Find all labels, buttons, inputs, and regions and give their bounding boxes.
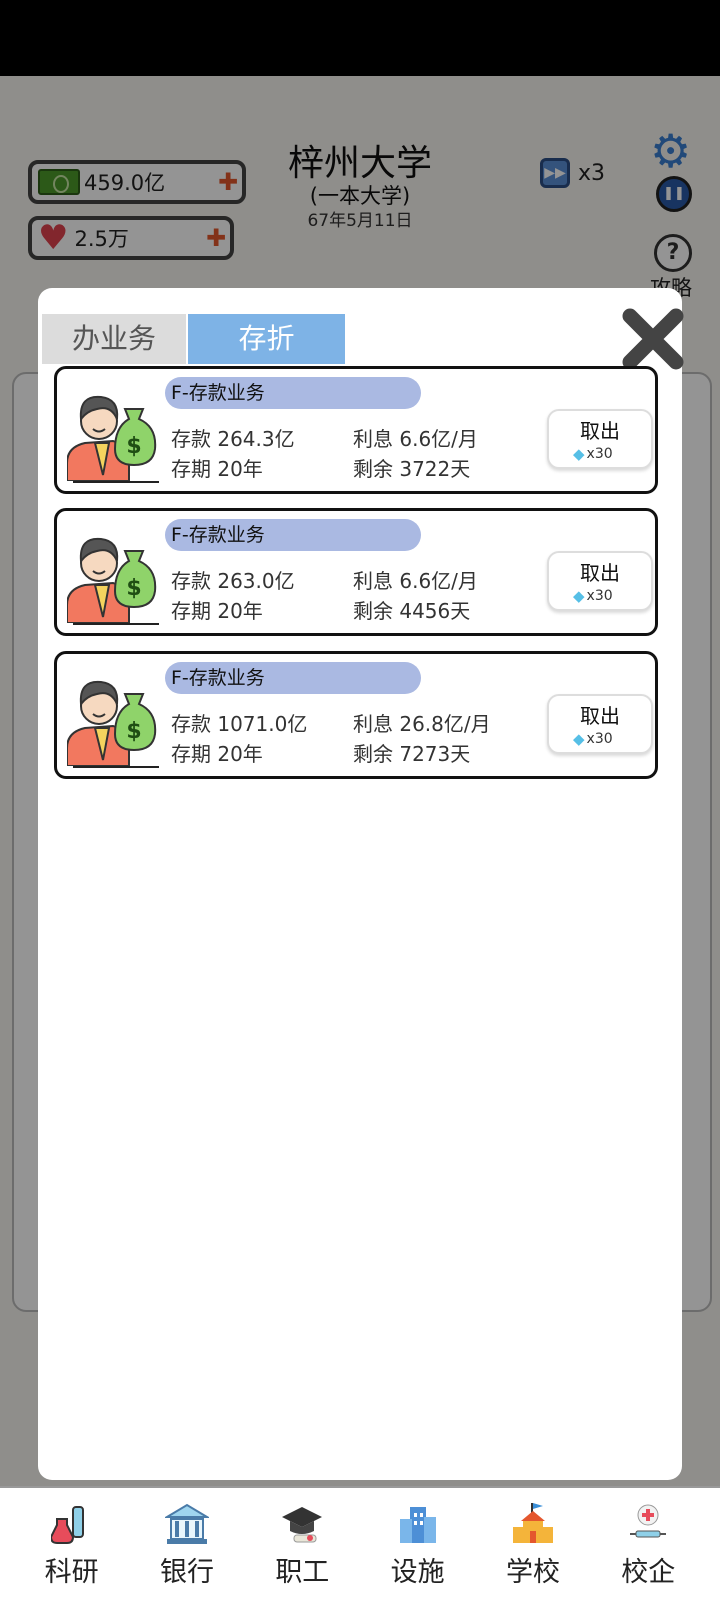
deposit-interest: 利息 6.6亿/月	[353, 427, 478, 451]
banker-avatar-icon: $	[67, 395, 157, 481]
diamond-icon: ◆	[573, 587, 585, 605]
withdraw-cost-value: x30	[586, 446, 613, 462]
deposit-remaining: 剩余 3722天	[353, 457, 471, 481]
withdraw-cost-value: x30	[586, 731, 613, 747]
nav-item-bank[interactable]: 银行	[137, 1502, 237, 1600]
deposit-title: F-存款业务	[165, 662, 421, 694]
diamond-icon: ◆	[573, 730, 585, 748]
withdraw-cost-value: x30	[586, 588, 613, 604]
nav-item-school[interactable]: 学校	[483, 1502, 583, 1600]
deposit-interest: 利息 6.6亿/月	[353, 569, 478, 593]
flask-icon	[49, 1502, 95, 1546]
withdraw-label: 取出	[580, 561, 620, 585]
avatar-baseline	[73, 623, 159, 625]
withdraw-button[interactable]: 取出 ◆ x30	[547, 694, 653, 754]
modal-tabs: 办业务 存折	[42, 314, 345, 364]
nav-label: 科研	[44, 1557, 99, 1588]
school-icon	[510, 1502, 556, 1546]
nav-label: 银行	[159, 1557, 214, 1588]
avatar-baseline	[73, 766, 159, 768]
deposit-remaining: 剩余 7273天	[353, 742, 471, 766]
withdraw-button[interactable]: 取出 ◆ x30	[547, 409, 653, 469]
bank-icon	[164, 1502, 210, 1546]
graduation-cap-icon	[279, 1502, 325, 1546]
banker-avatar-icon: $	[67, 680, 157, 766]
bottom-nav: 科研 银行 职工 设施 学校 校企	[0, 1486, 720, 1600]
avatar-baseline	[73, 481, 159, 483]
svg-text:$: $	[126, 576, 141, 601]
withdraw-label: 取出	[580, 704, 620, 728]
withdraw-label: 取出	[580, 419, 620, 443]
svg-text:$: $	[126, 719, 141, 744]
nav-item-staff[interactable]: 职工	[252, 1502, 352, 1600]
banker-avatar-icon: $	[67, 537, 157, 623]
passbook-modal: 办业务 存折 $ F-存款业务 存款 264.3亿 利息 6.6亿/月 存期 2…	[38, 288, 684, 1480]
deposit-term: 存期 20年	[171, 742, 263, 766]
withdraw-cost: ◆ x30	[573, 730, 613, 748]
tab-passbook[interactable]: 存折	[188, 314, 345, 364]
tab-business[interactable]: 办业务	[42, 314, 186, 364]
building-icon	[395, 1502, 441, 1546]
nav-label: 设施	[390, 1557, 445, 1588]
close-icon[interactable]	[618, 304, 688, 374]
deposit-amount: 存款 264.3亿	[171, 427, 295, 451]
withdraw-cost: ◆ x30	[573, 587, 613, 605]
deposit-amount: 存款 263.0亿	[171, 569, 295, 593]
deposit-amount: 存款 1071.0亿	[171, 712, 308, 736]
deposit-title: F-存款业务	[165, 519, 421, 551]
diamond-icon: ◆	[573, 445, 585, 463]
deposit-remaining: 剩余 4456天	[353, 599, 471, 623]
withdraw-button[interactable]: 取出 ◆ x30	[547, 551, 653, 611]
deposit-interest: 利息 26.8亿/月	[353, 712, 491, 736]
nav-label: 职工	[275, 1557, 330, 1588]
deposit-term: 存期 20年	[171, 599, 263, 623]
nav-item-facilities[interactable]: 设施	[368, 1502, 468, 1600]
deposit-card: $ F-存款业务 存款 264.3亿 利息 6.6亿/月 存期 20年 剩余 3…	[54, 366, 658, 494]
deposit-card: $ F-存款业务 存款 263.0亿 利息 6.6亿/月 存期 20年 剩余 4…	[54, 508, 658, 636]
withdraw-cost: ◆ x30	[573, 445, 613, 463]
nav-item-research[interactable]: 科研	[22, 1502, 122, 1600]
deposit-title: F-存款业务	[165, 377, 421, 409]
svg-text:$: $	[126, 434, 141, 459]
nav-item-enterprise[interactable]: 校企	[598, 1502, 698, 1600]
nav-label: 学校	[505, 1557, 560, 1588]
nav-label: 校企	[621, 1557, 676, 1588]
medical-icon	[625, 1502, 671, 1546]
deposit-term: 存期 20年	[171, 457, 263, 481]
status-bar	[0, 0, 720, 76]
deposit-card: $ F-存款业务 存款 1071.0亿 利息 26.8亿/月 存期 20年 剩余…	[54, 651, 658, 779]
